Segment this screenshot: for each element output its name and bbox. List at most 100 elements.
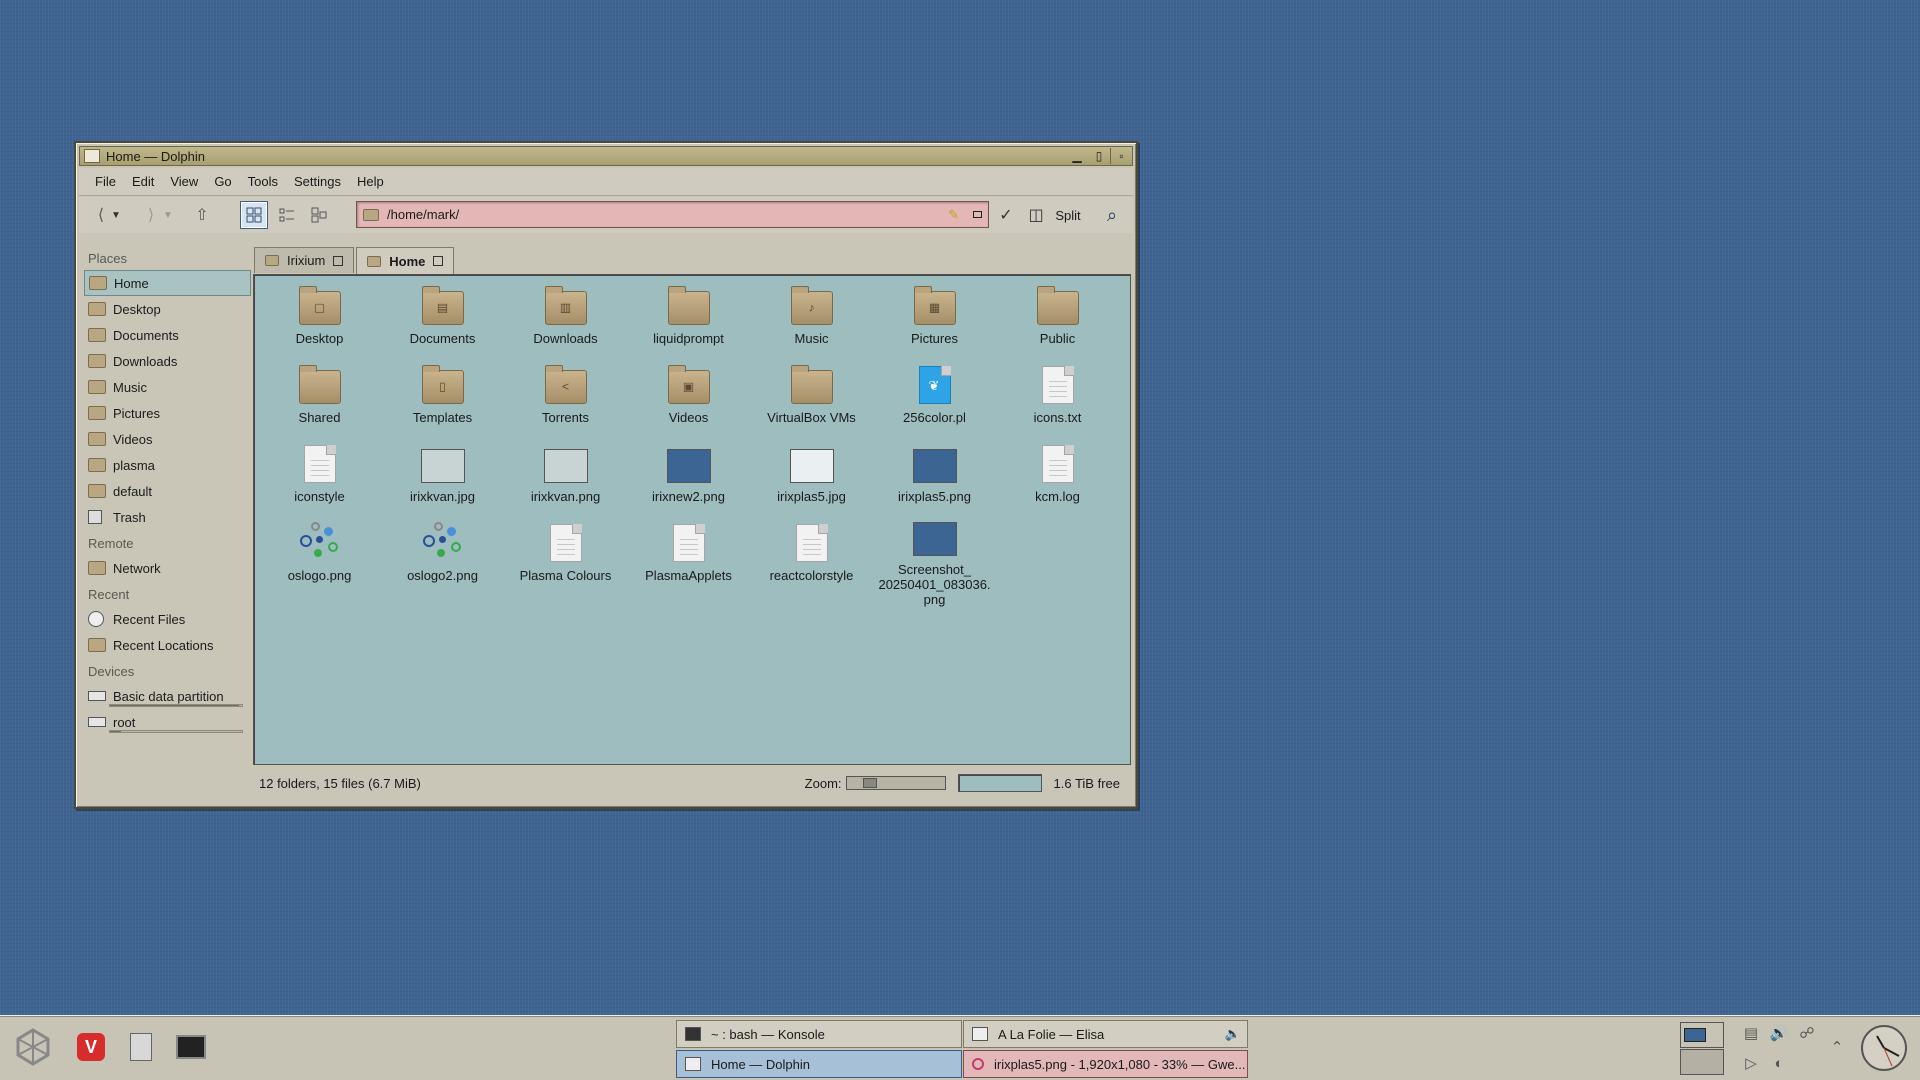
- sidebar-item-music[interactable]: Music: [84, 374, 251, 400]
- sidebar-item-documents[interactable]: Documents: [84, 322, 251, 348]
- sidebar-item-recent-files[interactable]: Recent Files: [84, 606, 251, 632]
- menu-settings[interactable]: Settings: [286, 174, 349, 189]
- title-bar[interactable]: Home — Dolphin ▁ ▯ ▫: [79, 146, 1133, 166]
- clock-icon[interactable]: [1858, 1022, 1910, 1074]
- file-item[interactable]: icons.txt: [996, 364, 1119, 443]
- sidebar-item-default[interactable]: default: [84, 478, 251, 504]
- sidebar-item-plasma[interactable]: plasma: [84, 452, 251, 478]
- file-name: Plasma Colours: [519, 568, 612, 583]
- task-konsole[interactable]: ~ : bash — Konsole: [676, 1020, 962, 1048]
- task-elisa[interactable]: A La Folie — Elisa 🔈: [963, 1020, 1248, 1048]
- menu-view[interactable]: View: [162, 174, 206, 189]
- confirm-location-icon[interactable]: ✓: [995, 201, 1017, 229]
- sidebar-item-root[interactable]: root: [84, 709, 251, 735]
- file-item[interactable]: ▤ Documents: [381, 285, 504, 364]
- close-tab-icon[interactable]: [433, 256, 444, 266]
- menu-file[interactable]: File: [87, 174, 124, 189]
- sidebar-item-desktop[interactable]: Desktop: [84, 296, 251, 322]
- app-menu-button[interactable]: [12, 1026, 54, 1068]
- file-item[interactable]: PlasmaApplets: [627, 522, 750, 601]
- vivaldi-launcher[interactable]: V: [70, 1026, 112, 1068]
- file-item[interactable]: < Torrents: [504, 364, 627, 443]
- file-item[interactable]: Shared: [258, 364, 381, 443]
- file-item[interactable]: ❦ 256color.pl: [873, 364, 996, 443]
- file-item[interactable]: ▥ Downloads: [504, 285, 627, 364]
- file-item[interactable]: ♪ Music: [750, 285, 873, 364]
- details-view-button[interactable]: [305, 201, 333, 229]
- close-button[interactable]: ▫: [1110, 148, 1132, 164]
- file-name: 256color.pl: [903, 410, 966, 425]
- drive-icon: [88, 691, 106, 701]
- tab-home[interactable]: Home: [356, 247, 455, 274]
- media-play-icon[interactable]: ▷: [1740, 1052, 1762, 1074]
- file-item[interactable]: liquidprompt: [627, 285, 750, 364]
- menu-help[interactable]: Help: [349, 174, 392, 189]
- window-menu-icon[interactable]: [84, 149, 100, 163]
- sidebar-item-downloads[interactable]: Downloads: [84, 348, 251, 374]
- tab-irixium[interactable]: Irixium: [254, 247, 355, 273]
- folder-icon: ▥: [544, 285, 588, 325]
- location-bar[interactable]: /home/mark/ ✎: [356, 201, 989, 228]
- sidebar-item-trash[interactable]: Trash: [84, 504, 251, 530]
- sidebar-item-basic-data-partition[interactable]: Basic data partition: [84, 683, 251, 709]
- file-item[interactable]: Public: [996, 285, 1119, 364]
- menu-go[interactable]: Go: [206, 174, 239, 189]
- zoom-slider-handle[interactable]: [862, 778, 877, 788]
- file-item[interactable]: ▢ Desktop: [258, 285, 381, 364]
- clear-edit-icon[interactable]: ✎: [948, 207, 959, 223]
- menu-tools[interactable]: Tools: [240, 174, 286, 189]
- pager-desktop-1[interactable]: [1680, 1022, 1724, 1048]
- back-history-chevron-icon[interactable]: ▼: [109, 201, 123, 229]
- file-grid: ▢ Desktop ▤ Documents ▥ Downloads liquidprompt…: [258, 285, 1119, 607]
- file-view[interactable]: ▢ Desktop ▤ Documents ▥ Downloads liquidprompt…: [253, 274, 1131, 765]
- audio-playing-icon[interactable]: 🔈: [1225, 1026, 1241, 1042]
- back-icon[interactable]: ⟨: [91, 201, 111, 229]
- file-item[interactable]: iconstyle: [258, 443, 381, 522]
- file-item[interactable]: irixkvan.png: [504, 443, 627, 522]
- file-item[interactable]: oslogo2.png: [381, 522, 504, 601]
- forward-icon[interactable]: ⟩: [141, 201, 161, 229]
- sidebar-item-recent-locations[interactable]: Recent Locations: [84, 632, 251, 658]
- compact-view-button[interactable]: [273, 201, 301, 229]
- task-dolphin[interactable]: Home — Dolphin: [676, 1050, 962, 1078]
- file-item[interactable]: oslogo.png: [258, 522, 381, 601]
- sidebar-item-home[interactable]: Home: [84, 270, 251, 296]
- maximize-button[interactable]: ▯: [1088, 148, 1110, 164]
- zoom-slider[interactable]: [845, 776, 946, 790]
- file-item[interactable]: ▣ Videos: [627, 364, 750, 443]
- location-path[interactable]: /home/mark/: [387, 207, 948, 222]
- file-item[interactable]: irixplas5.png: [873, 443, 996, 522]
- icons-view-button[interactable]: [240, 201, 268, 229]
- split-button[interactable]: Split: [1051, 201, 1085, 229]
- minimize-button[interactable]: ▁: [1066, 148, 1088, 164]
- file-item[interactable]: VirtualBox VMs: [750, 364, 873, 443]
- bookmark-icon[interactable]: [973, 211, 982, 218]
- file-item[interactable]: Plasma Colours: [504, 522, 627, 601]
- terminal-launcher[interactable]: [170, 1026, 212, 1068]
- file-item[interactable]: irixplas5.jpg: [750, 443, 873, 522]
- volume-icon[interactable]: 🔊: [1768, 1022, 1790, 1044]
- file-item[interactable]: reactcolorstyle: [750, 522, 873, 601]
- network-icon[interactable]: ☍: [1796, 1022, 1818, 1044]
- clipboard-icon[interactable]: ▤: [1740, 1022, 1762, 1044]
- pager-desktop-2[interactable]: [1680, 1049, 1724, 1075]
- file-item[interactable]: ▦ Pictures: [873, 285, 996, 364]
- file-item[interactable]: kcm.log: [996, 443, 1119, 522]
- file-item[interactable]: ▯ Templates: [381, 364, 504, 443]
- forward-history-chevron-icon[interactable]: ▼: [161, 201, 175, 229]
- file-item[interactable]: irixnew2.png: [627, 443, 750, 522]
- sidebar-item-pictures[interactable]: Pictures: [84, 400, 251, 426]
- up-icon[interactable]: ⇧: [191, 201, 213, 229]
- task-gwenview[interactable]: irixplas5.png - 1,920x1,080 - 33% — Gwe.…: [963, 1050, 1248, 1078]
- notifications-icon[interactable]: ◐: [1768, 1052, 1790, 1074]
- search-icon[interactable]: ⌕: [1099, 201, 1125, 229]
- file-manager-launcher[interactable]: [120, 1026, 162, 1068]
- close-tab-icon[interactable]: [333, 255, 344, 266]
- menu-edit[interactable]: Edit: [124, 174, 162, 189]
- tray-expand-icon[interactable]: ⌃: [1826, 1036, 1848, 1058]
- file-item[interactable]: Screenshot_ 20250401_083036. png: [873, 522, 996, 607]
- file-item[interactable]: irixkvan.jpg: [381, 443, 504, 522]
- sidebar-item-videos[interactable]: Videos: [84, 426, 251, 452]
- sidebar-item-network[interactable]: Network: [84, 555, 251, 581]
- split-view-icon[interactable]: ◫: [1025, 201, 1047, 229]
